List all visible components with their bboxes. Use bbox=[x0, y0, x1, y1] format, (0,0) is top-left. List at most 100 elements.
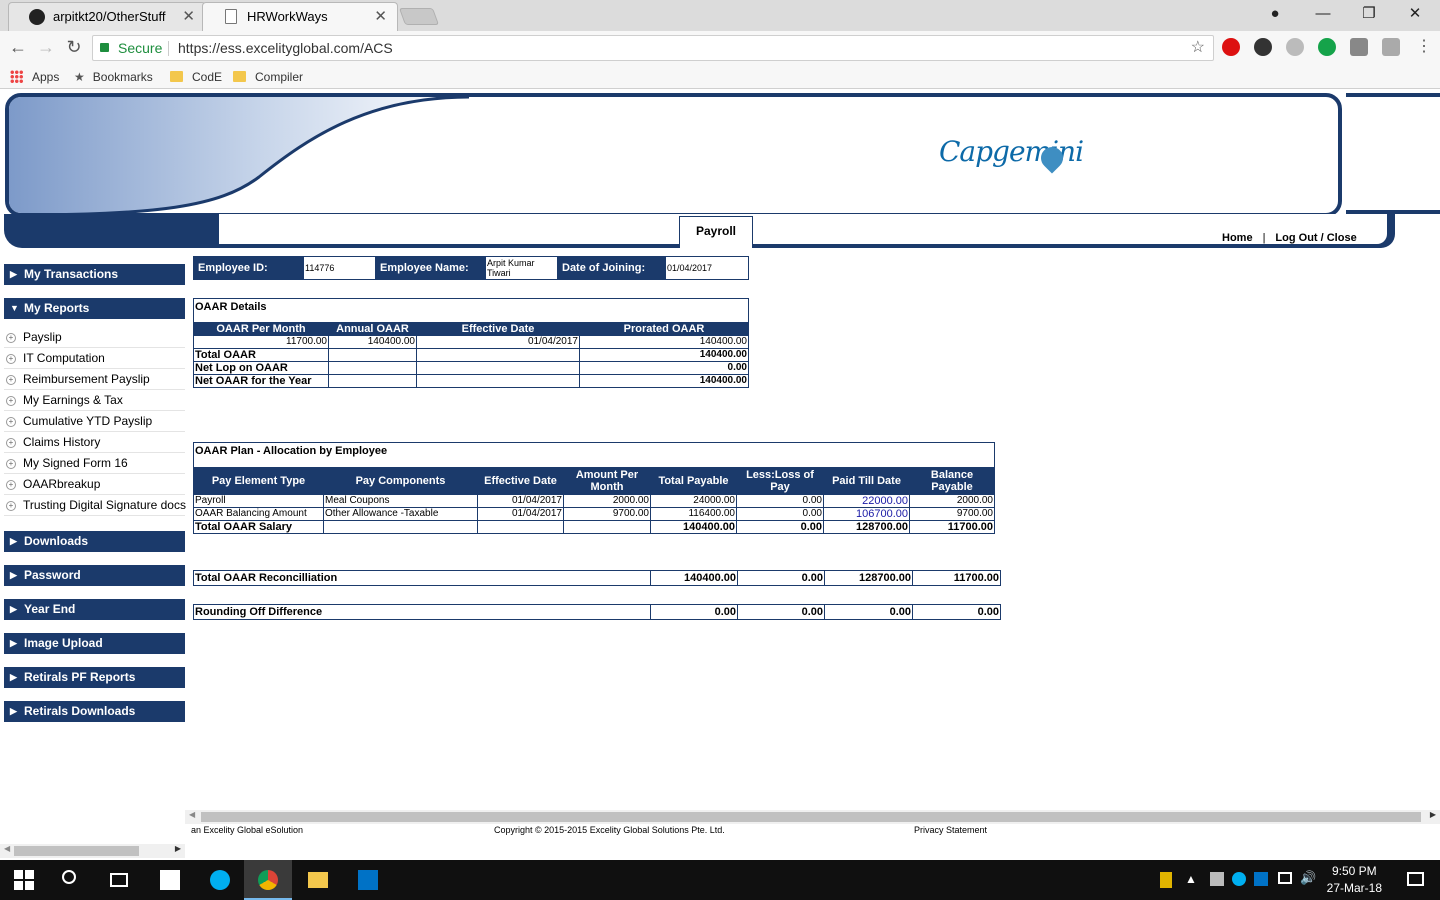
dark-mode-icon[interactable] bbox=[1254, 38, 1272, 56]
wifi-icon[interactable] bbox=[1278, 872, 1292, 884]
report-item-payslip[interactable]: + Payslip bbox=[4, 327, 185, 348]
report-item-oaar-breakup[interactable]: + OAARbreakup bbox=[4, 474, 185, 495]
footer-copyright: Copyright © 2015-2015 Excelity Global So… bbox=[494, 825, 725, 835]
report-item-digital-signature[interactable]: + Trusting Digital Signature docs bbox=[4, 495, 186, 516]
volume-icon[interactable]: 🔊 bbox=[1300, 870, 1316, 886]
close-window-button[interactable]: ✕ bbox=[1392, 0, 1438, 30]
minimize-button[interactable]: — bbox=[1300, 0, 1346, 30]
scroll-right-icon[interactable]: ▶ bbox=[1430, 810, 1436, 819]
bookmarks-bar: Apps ★ Bookmarks CodE Compiler bbox=[0, 65, 1440, 89]
sidebar-scrollbar[interactable]: ◀ ▶ bbox=[0, 844, 185, 858]
skype-tray-icon[interactable] bbox=[1232, 872, 1246, 886]
taskbar-app-chrome[interactable] bbox=[244, 860, 292, 900]
scroll-thumb[interactable] bbox=[14, 846, 139, 856]
bookmark-compiler[interactable]: Compiler bbox=[233, 68, 303, 86]
profile-icon[interactable]: ● bbox=[1252, 0, 1298, 30]
report-item-reimbursement-payslip[interactable]: + Reimbursement Payslip bbox=[4, 369, 185, 390]
back-arrow-icon[interactable]: ← bbox=[6, 36, 30, 60]
expand-icon: + bbox=[6, 417, 16, 427]
outlook-tray-icon[interactable] bbox=[1254, 872, 1268, 886]
home-link[interactable]: Home bbox=[1222, 232, 1253, 244]
restore-button[interactable]: ❐ bbox=[1346, 0, 1392, 30]
menu-image-upload[interactable]: ▶ Image Upload bbox=[4, 633, 185, 654]
browser-tab-strip: arpitkt20/OtherStuff ✕ HRWorkWays ✕ ● — … bbox=[0, 0, 1440, 31]
url-divider bbox=[168, 41, 169, 56]
employee-id-label: Employee ID: bbox=[193, 256, 304, 280]
scroll-thumb[interactable] bbox=[201, 812, 1421, 822]
folder-icon bbox=[170, 71, 183, 82]
date-of-joining-label: Date of Joining: bbox=[557, 256, 666, 280]
close-tab-icon[interactable]: ✕ bbox=[182, 3, 195, 30]
forward-arrow-icon[interactable]: → bbox=[34, 36, 58, 60]
report-item-it-computation[interactable]: + IT Computation bbox=[4, 348, 185, 369]
close-tab-icon[interactable]: ✕ bbox=[374, 3, 387, 30]
bookmark-code[interactable]: CodE bbox=[170, 68, 222, 86]
menu-icon[interactable]: ⋮ bbox=[1416, 36, 1432, 56]
rounding-table: Rounding Off Difference 0.00 0.00 0.00 0… bbox=[193, 604, 1001, 620]
start-button[interactable] bbox=[0, 860, 48, 900]
paid-till-date-link[interactable]: 22000.00 bbox=[823, 494, 910, 508]
caret-down-icon: ▼ bbox=[10, 303, 19, 313]
taskbar-app-skype[interactable] bbox=[196, 860, 244, 900]
expand-icon: + bbox=[6, 438, 16, 448]
column-header: Balance Payable bbox=[909, 467, 995, 495]
opera-icon[interactable] bbox=[1222, 38, 1240, 56]
report-item-earnings-tax[interactable]: + My Earnings & Tax bbox=[4, 390, 185, 411]
tab-hrworkways[interactable]: HRWorkWays ✕ bbox=[202, 2, 398, 31]
chevron-up-icon[interactable]: ▲ bbox=[1185, 872, 1197, 886]
table-row: Payroll Meal Coupons 01/04/2017 2000.00 … bbox=[193, 494, 995, 508]
reload-icon[interactable]: ↻ bbox=[62, 36, 86, 60]
column-header: Total Payable bbox=[650, 467, 737, 495]
menu-retirals-pf-reports[interactable]: ▶ Retirals PF Reports bbox=[4, 667, 185, 688]
report-item-claims-history[interactable]: + Claims History bbox=[4, 432, 185, 453]
task-view-button[interactable] bbox=[96, 860, 144, 900]
column-header: Pay Components bbox=[323, 467, 478, 495]
privacy-link[interactable]: Privacy Statement bbox=[914, 825, 987, 835]
notification-icon[interactable] bbox=[1407, 872, 1424, 886]
extension-icon[interactable] bbox=[1350, 38, 1368, 56]
expand-icon: + bbox=[6, 501, 16, 511]
tab-payroll[interactable]: Payroll bbox=[679, 216, 753, 248]
bookmark-star-icon[interactable]: ☆ bbox=[1191, 36, 1205, 60]
search-button[interactable] bbox=[48, 860, 96, 900]
new-tab-button[interactable] bbox=[398, 8, 440, 25]
taskbar-app-notes[interactable] bbox=[146, 860, 194, 900]
menu-retirals-downloads[interactable]: ▶ Retirals Downloads bbox=[4, 701, 185, 722]
expand-icon: + bbox=[6, 375, 16, 385]
search-icon bbox=[62, 870, 76, 884]
scroll-right-icon[interactable]: ▶ bbox=[175, 844, 181, 853]
logout-link[interactable]: Log Out / Close bbox=[1275, 232, 1356, 244]
table-row: OAAR Balancing Amount Other Allowance -T… bbox=[193, 507, 995, 521]
menu-my-transactions[interactable]: ▶ My Transactions bbox=[4, 264, 185, 285]
pdf-icon[interactable] bbox=[1382, 38, 1400, 56]
bookmark-apps[interactable]: Apps bbox=[10, 68, 59, 86]
taskbar-app-explorer[interactable] bbox=[294, 860, 342, 900]
caret-right-icon: ▶ bbox=[10, 604, 17, 614]
tab-github[interactable]: arpitkt20/OtherStuff ✕ bbox=[8, 2, 206, 31]
page-content: Capgemini Payroll Home | Log Out / Close ▶… bbox=[0, 90, 1440, 860]
extension-icon[interactable] bbox=[1286, 38, 1304, 56]
scroll-left-icon[interactable]: ◀ bbox=[4, 844, 10, 853]
folder-icon bbox=[233, 71, 246, 82]
horizontal-scrollbar[interactable]: ◀ ▶ bbox=[185, 810, 1440, 824]
report-item-form16[interactable]: + My Signed Form 16 bbox=[4, 453, 185, 474]
paid-till-date-link[interactable]: 106700.00 bbox=[823, 507, 910, 521]
scroll-left-icon[interactable]: ◀ bbox=[189, 810, 195, 819]
network-icon[interactable] bbox=[1210, 872, 1224, 886]
system-clock[interactable]: 9:50 PM 27-Mar-18 bbox=[1327, 863, 1382, 897]
bookmark-bookmarks[interactable]: ★ Bookmarks bbox=[74, 68, 153, 86]
menu-password[interactable]: ▶ Password bbox=[4, 565, 185, 586]
shield-icon[interactable] bbox=[1160, 872, 1172, 888]
menu-downloads[interactable]: ▶ Downloads bbox=[4, 531, 185, 552]
caret-right-icon: ▶ bbox=[10, 672, 17, 682]
address-bar[interactable]: Secure https://ess.excelityglobal.com/AC… bbox=[92, 35, 1214, 61]
grammarly-icon[interactable] bbox=[1318, 38, 1336, 56]
menu-year-end[interactable]: ▶ Year End bbox=[4, 599, 185, 620]
menu-my-reports[interactable]: ▼ My Reports bbox=[4, 298, 185, 319]
taskbar-app-outlook[interactable] bbox=[344, 860, 392, 900]
lock-icon bbox=[100, 43, 109, 52]
tab-title: arpitkt20/OtherStuff bbox=[53, 9, 166, 24]
column-header: Amount Per Month bbox=[563, 467, 651, 495]
report-item-cumulative-ytd[interactable]: + Cumulative YTD Payslip bbox=[4, 411, 185, 432]
page-icon bbox=[225, 9, 237, 24]
